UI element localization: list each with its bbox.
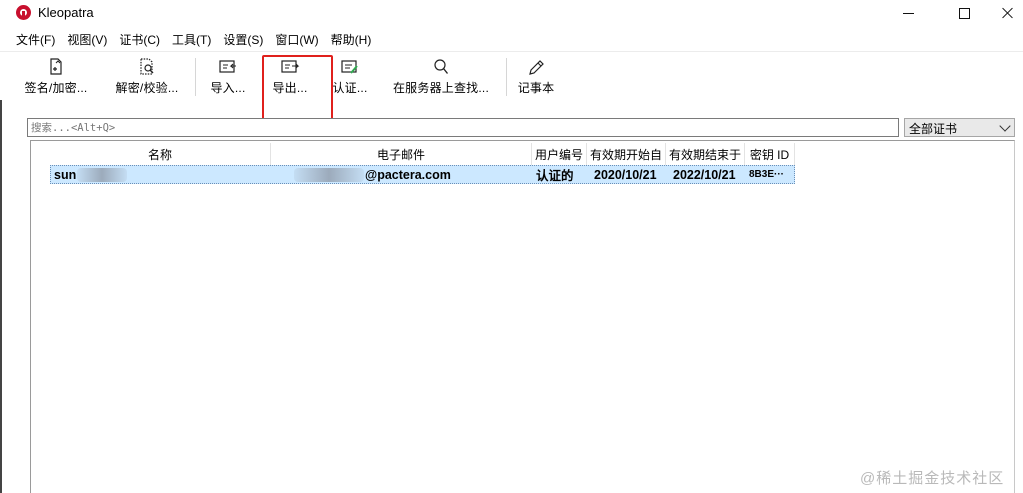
search-icon bbox=[434, 59, 449, 74]
cell-email-text: @pactera.com bbox=[365, 167, 451, 182]
export-button[interactable]: 导出... bbox=[265, 56, 315, 100]
certify-label: 认证... bbox=[332, 81, 368, 95]
sign-encrypt-label: 签名/加密... bbox=[24, 81, 88, 95]
column-header-email[interactable]: 电子邮件 bbox=[271, 143, 532, 165]
decrypt-verify-button[interactable]: 解密/校验... bbox=[107, 56, 187, 100]
sign-encrypt-button[interactable]: 签名/加密... bbox=[16, 56, 96, 100]
menu-certificates[interactable]: 证书(C) bbox=[113, 28, 166, 50]
table-header: 名称 电子邮件 用户编号 有效期开始自 有效期结束于 密钥 ID bbox=[50, 143, 795, 165]
menu-file[interactable]: 文件(F) bbox=[10, 28, 61, 50]
kleopatra-app-icon bbox=[16, 5, 31, 20]
minimize-button[interactable] bbox=[885, 0, 931, 26]
certify-icon bbox=[341, 60, 358, 74]
menu-help[interactable]: 帮助(H) bbox=[325, 28, 378, 50]
decrypt-verify-icon bbox=[140, 58, 154, 75]
menu-settings[interactable]: 设置(S) bbox=[217, 28, 269, 50]
close-icon bbox=[1002, 7, 1014, 19]
search-input[interactable] bbox=[27, 118, 899, 137]
menu-window[interactable]: 窗口(W) bbox=[269, 28, 324, 50]
import-button[interactable]: 导入... bbox=[203, 56, 253, 100]
lookup-on-server-label: 在服务器上查找... bbox=[392, 81, 489, 95]
notepad-label: 记事本 bbox=[517, 81, 555, 95]
toolbar-separator bbox=[506, 58, 507, 96]
maximize-button[interactable] bbox=[941, 0, 987, 26]
column-header-valid-from[interactable]: 有效期开始自 bbox=[587, 143, 666, 165]
cell-user-id: 认证的 bbox=[536, 169, 574, 183]
title-bar: Kleopatra bbox=[0, 0, 1023, 26]
chevron-down-icon bbox=[999, 120, 1011, 132]
sign-encrypt-icon bbox=[50, 58, 62, 75]
decrypt-verify-label: 解密/校验... bbox=[115, 81, 179, 95]
column-header-user-id[interactable]: 用户编号 bbox=[532, 143, 587, 165]
maximize-icon bbox=[958, 7, 970, 19]
import-certificate-icon bbox=[219, 60, 236, 73]
window-title: Kleopatra bbox=[38, 5, 94, 20]
redacted-email-blur bbox=[294, 167, 364, 182]
menu-tools[interactable]: 工具(T) bbox=[166, 28, 217, 50]
minimize-icon bbox=[902, 12, 914, 14]
cell-key-id: 8B3E··· bbox=[749, 169, 785, 180]
certificate-table[interactable]: 名称 电子邮件 用户编号 有效期开始自 有效期结束于 密钥 ID sun @pa… bbox=[30, 140, 1015, 493]
toolbar-separator bbox=[195, 58, 196, 96]
watermark-text: @稀土掘金技术社区 bbox=[860, 470, 1005, 487]
cell-valid-until: 2022/10/21 bbox=[673, 167, 736, 182]
certify-button[interactable]: 认证... bbox=[325, 56, 375, 100]
close-button[interactable] bbox=[985, 0, 1023, 26]
notepad-button[interactable]: 记事本 bbox=[514, 56, 558, 100]
lookup-on-server-button[interactable]: 在服务器上查找... bbox=[388, 56, 494, 100]
export-certificate-icon bbox=[281, 60, 300, 73]
redacted-name-blur bbox=[77, 167, 128, 182]
certificate-filter-select[interactable]: 全部证书 bbox=[904, 118, 1015, 137]
cell-name: sun bbox=[51, 166, 272, 183]
pencil-icon bbox=[529, 60, 544, 75]
column-header-key-id[interactable]: 密钥 ID bbox=[745, 143, 795, 165]
cell-valid-from: 2020/10/21 bbox=[594, 167, 657, 182]
table-row[interactable]: sun @pactera.com 认证的 2020/10/21 2022/10/… bbox=[50, 165, 795, 184]
toolbar: 签名/加密... 解密/校验... 导入... 导出... 认证... 在服务器… bbox=[0, 51, 1023, 101]
menu-bar: 文件(F) 视图(V) 证书(C) 工具(T) 设置(S) 窗口(W) 帮助(H… bbox=[0, 28, 1023, 50]
import-label: 导入... bbox=[210, 81, 246, 95]
cell-email: @pactera.com bbox=[272, 166, 533, 183]
certificate-filter-value: 全部证书 bbox=[909, 122, 958, 136]
cell-name-text: sun bbox=[54, 167, 77, 182]
window-left-edge bbox=[0, 100, 2, 493]
menu-view[interactable]: 视图(V) bbox=[61, 28, 113, 50]
export-label: 导出... bbox=[272, 81, 308, 95]
column-header-name[interactable]: 名称 bbox=[50, 143, 271, 165]
column-header-valid-until[interactable]: 有效期结束于 bbox=[666, 143, 745, 165]
